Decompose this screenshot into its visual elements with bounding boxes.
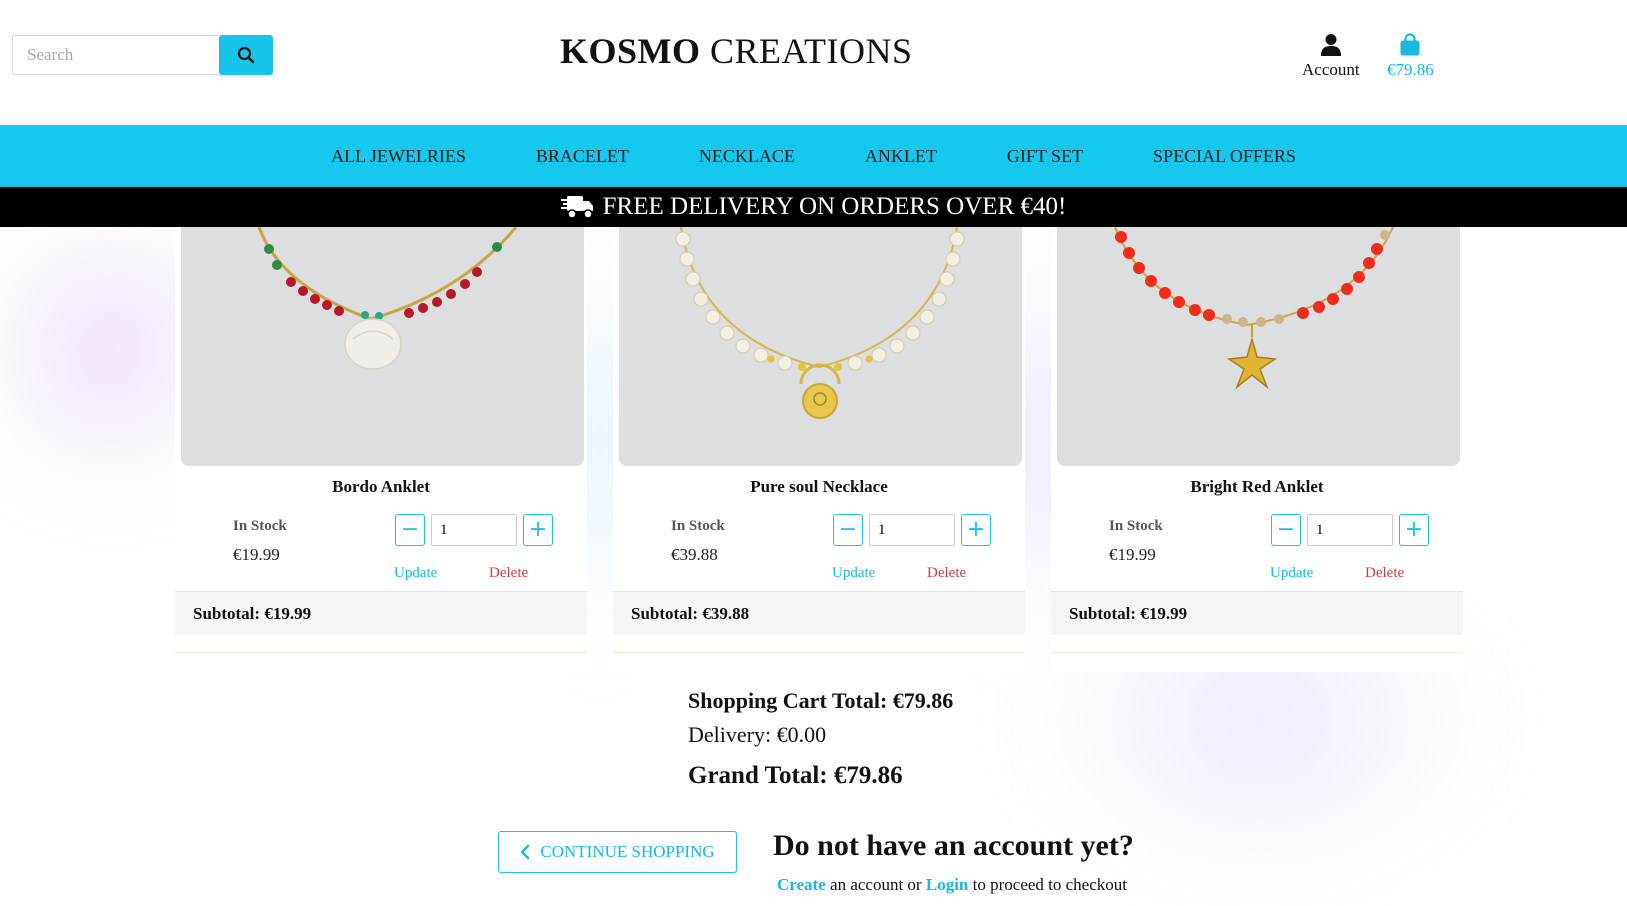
item-subtotal: Subtotal: €19.99 [1051,591,1463,635]
nav-item-anklet[interactable]: ANKLET [865,146,937,167]
quantity-stepper: − + [395,514,553,546]
brand-name-bold: KOSMO [560,31,701,71]
product-price: €19.99 [233,545,280,564]
delete-link[interactable]: Delete [489,565,528,582]
cart-link[interactable]: €79.86 [1387,33,1434,80]
cart-item-card: Bordo Anklet In Stock €19.99 − + Update … [175,227,587,672]
delete-link[interactable]: Delete [1365,565,1404,582]
checkout-message-middle: an account or [825,875,926,894]
checkout-message: Create an account or Login to proceed to… [777,875,1127,895]
decrease-quantity-button[interactable]: − [1271,514,1301,546]
nav-item-special-offers[interactable]: SPECIAL OFFERS [1153,146,1296,167]
continue-shopping-button[interactable]: CONTINUE SHOPPING [498,831,737,873]
product-image[interactable] [619,227,1022,466]
nav-item-bracelet[interactable]: BRACELET [536,146,629,167]
continue-shopping-label: CONTINUE SHOPPING [540,842,715,861]
divider [613,652,1025,653]
stock-status: In Stock [671,518,725,534]
delivery-cost: Delivery: €0.00 [688,722,827,747]
create-account-link[interactable]: Create [777,875,826,894]
decrease-quantity-button[interactable]: − [833,514,863,546]
site-header: KOSMO CREATIONS Account €79.86 [0,0,1627,125]
search-icon [237,46,255,64]
nav-item-gift-set[interactable]: GIFT SET [1007,146,1083,167]
quantity-stepper: − + [1271,514,1429,546]
user-icon [1320,34,1341,56]
nav-item-all-jewelries[interactable]: ALL JEWELRIES [331,146,466,167]
product-image[interactable] [181,227,584,466]
item-subtotal: Subtotal: €39.88 [613,591,1025,635]
account-link[interactable]: Account [1302,33,1360,80]
delivery-banner: FREE DELIVERY ON ORDERS OVER €40! [0,187,1627,227]
product-name[interactable]: Bordo Anklet [175,477,587,497]
cart-total-label: €79.86 [1387,60,1434,79]
item-subtotal: Subtotal: €19.99 [175,591,587,635]
search-button[interactable] [219,35,273,75]
checkout-message-end: to proceed to checkout [968,875,1127,894]
brand-name-rest: CREATIONS [700,31,913,71]
brand-logo[interactable]: KOSMO CREATIONS [560,30,913,72]
increase-quantity-button[interactable]: + [961,514,991,546]
no-account-heading: Do not have an account yet? [773,829,1134,862]
delivery-banner-text: FREE DELIVERY ON ORDERS OVER €40! [602,193,1067,220]
cart-totals: Shopping Cart Total: €79.86 Delivery: €0… [688,688,953,790]
divider [175,652,587,653]
quantity-stepper: − + [833,514,991,546]
decrease-quantity-button[interactable]: − [395,514,425,546]
shopping-bag-icon [1400,33,1420,56]
shopping-cart-total: Shopping Cart Total: €79.86 [688,688,954,713]
increase-quantity-button[interactable]: + [1399,514,1429,546]
cart-item-card: Pure soul Necklace In Stock €39.88 − + U… [613,227,1025,672]
quantity-input[interactable] [1307,514,1393,546]
grand-total: Grand Total: €79.86 [688,762,903,789]
product-price: €39.88 [671,545,718,564]
divider [1051,652,1463,653]
stock-status: In Stock [1109,518,1163,534]
cart-item-card: Bright Red Anklet In Stock €19.99 − + Up… [1051,227,1463,672]
increase-quantity-button[interactable]: + [523,514,553,546]
product-name[interactable]: Bright Red Anklet [1051,477,1463,497]
delivery-truck-icon [560,196,593,219]
update-link[interactable]: Update [832,565,875,582]
product-price: €19.99 [1109,545,1156,564]
quantity-input[interactable] [431,514,517,546]
search-bar [12,35,273,75]
quantity-input[interactable] [869,514,955,546]
search-input[interactable] [12,35,219,75]
product-image[interactable] [1057,227,1460,466]
stock-status: In Stock [233,518,287,534]
main-navigation: ALL JEWELRIES BRACELET NECKLACE ANKLET G… [0,125,1627,187]
update-link[interactable]: Update [394,565,437,582]
nav-item-necklace[interactable]: NECKLACE [699,146,795,167]
account-label: Account [1302,60,1360,79]
chevron-left-icon [521,844,530,860]
delete-link[interactable]: Delete [927,565,966,582]
login-link[interactable]: Login [926,875,969,894]
update-link[interactable]: Update [1270,565,1313,582]
product-name[interactable]: Pure soul Necklace [613,477,1025,497]
